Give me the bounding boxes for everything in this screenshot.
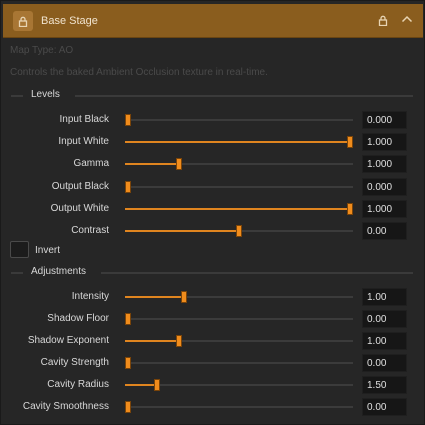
slider-label: Contrast [71, 225, 109, 236]
value-field[interactable]: 0.00 [362, 398, 407, 416]
slider-fill [125, 230, 239, 232]
slider-row: Cavity Smoothness 0.00 [1, 398, 425, 416]
slider-handle[interactable] [181, 291, 187, 303]
map-type-text: Map Type: AO [10, 45, 74, 56]
slider-handle[interactable] [236, 225, 242, 237]
slider-track[interactable] [125, 313, 353, 325]
slider-row: Shadow Exponent 1.00 [1, 332, 425, 350]
section-title: Levels [31, 89, 60, 100]
slider-fill [125, 384, 157, 386]
slider-label: Intensity [71, 291, 109, 302]
slider-fill [125, 296, 184, 298]
invert-checkbox[interactable] [10, 241, 29, 258]
slider-row: Input Black 0.000 [1, 111, 425, 129]
slider-label: Shadow Floor [47, 313, 109, 324]
slider-row: Gamma 1.000 [1, 155, 425, 174]
slider-fill [125, 163, 179, 166]
slider-row: Contrast 0.00 [1, 222, 425, 240]
slider-label: Cavity Smoothness [22, 401, 109, 412]
slider-row: Output White 1.000 [1, 199, 425, 218]
slider-fill [125, 207, 350, 210]
value-field[interactable]: 0.00 [362, 310, 407, 328]
value-field[interactable]: 1.00 [362, 288, 407, 306]
slider-track[interactable] [125, 180, 353, 193]
slider-track[interactable] [125, 158, 353, 171]
slider-row: Cavity Radius 1.50 [1, 376, 425, 394]
slider-row: Intensity 1.00 [1, 288, 425, 306]
slider-track[interactable] [125, 335, 353, 347]
slider-track[interactable] [125, 136, 353, 149]
slider-track[interactable] [125, 379, 353, 391]
slider-track[interactable] [125, 202, 353, 215]
slider-track[interactable] [125, 401, 353, 413]
slider-label: Input Black [59, 114, 109, 125]
adjustments-section-header: Adjustments [11, 266, 413, 280]
slider-handle[interactable] [125, 114, 131, 126]
slider-handle[interactable] [154, 379, 160, 391]
slider-handle[interactable] [125, 180, 131, 193]
slider-track[interactable] [125, 357, 353, 369]
slider-handle[interactable] [347, 202, 353, 215]
value-field[interactable]: 0.00 [362, 222, 407, 240]
slider-track[interactable] [125, 114, 353, 126]
slider-label: Output White [50, 202, 109, 214]
levels-section-header: Levels [11, 89, 413, 103]
slider-handle[interactable] [176, 158, 182, 171]
panel-header[interactable]: Base Stage [3, 4, 423, 38]
slider-fill [125, 141, 350, 144]
slider-row: Cavity Strength 0.00 [1, 354, 425, 372]
value-field[interactable]: 1.000 [362, 155, 407, 174]
slider-label: Input White [58, 136, 109, 148]
chevron-up-icon[interactable] [401, 13, 413, 27]
base-stage-panel: Base Stage Map Type: AO Controls the bak… [0, 0, 425, 425]
slider-handle[interactable] [125, 401, 131, 413]
slider-row: Input White 1.000 [1, 133, 425, 152]
slider-fill [125, 340, 179, 342]
value-field[interactable]: 1.00 [362, 332, 407, 350]
slider-track[interactable] [125, 225, 353, 237]
value-field[interactable]: 0.000 [362, 177, 407, 196]
slider-handle[interactable] [125, 357, 131, 369]
slider-row: Shadow Floor 0.00 [1, 310, 425, 328]
slider-label: Output Black [51, 180, 109, 192]
slider-label: Shadow Exponent [27, 335, 109, 346]
value-field[interactable]: 0.000 [362, 111, 407, 129]
slider-handle[interactable] [347, 136, 353, 149]
lock-icon[interactable] [378, 15, 388, 29]
panel-title: Base Stage [41, 15, 98, 27]
value-field[interactable]: 1.50 [362, 376, 407, 394]
slider-label: Gamma [73, 158, 109, 170]
description-text: Controls the baked Ambient Occlusion tex… [10, 67, 268, 78]
slider-label: Cavity Radius [47, 379, 109, 390]
section-title: Adjustments [31, 266, 87, 277]
lock-icon[interactable] [13, 11, 33, 31]
invert-label: Invert [35, 245, 61, 256]
slider-track[interactable] [125, 291, 353, 303]
slider-label: Cavity Strength [40, 357, 109, 368]
slider-handle[interactable] [176, 335, 182, 347]
value-field[interactable]: 0.00 [362, 354, 407, 372]
slider-handle[interactable] [125, 313, 131, 325]
value-field[interactable]: 1.000 [362, 199, 407, 218]
slider-row: Output Black 0.000 [1, 177, 425, 196]
value-field[interactable]: 1.000 [362, 133, 407, 152]
